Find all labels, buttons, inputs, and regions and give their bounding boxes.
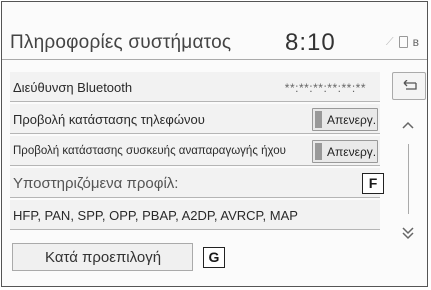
default-button-label: Κατά προεπιλογή [45, 249, 162, 266]
header-divider [2, 59, 427, 60]
list-item-profiles-value: HFP, PAN, SPP, OPP, PBAP, A2DP, AVRCP, M… [10, 200, 380, 230]
bt-address-value: **:**:**:**:**:** [284, 81, 366, 95]
phone-status-toggle-label: Απενεργ. [327, 113, 377, 127]
scroll-up-button[interactable] [392, 110, 424, 140]
list-item-audio-status[interactable]: Προβολή κατάστασης συσκευής αναπαραγωγής… [10, 136, 380, 166]
list-item-profiles-heading: Υποστηριζόμενα προφίλ: F [10, 168, 384, 198]
phone-status-toggle[interactable]: Απενεργ. [312, 108, 378, 131]
toggle-indicator [315, 143, 322, 160]
chevron-up-icon [402, 121, 414, 129]
scrollbar-track[interactable] [407, 144, 409, 214]
callout-g: G [203, 247, 225, 268]
bluetooth-icon: ʙ [412, 35, 419, 49]
page-title: Πληροφορίες συστήματος [10, 32, 232, 53]
default-button[interactable]: Κατά προεπιλογή G [12, 243, 225, 271]
signal-icon: ⟋ [385, 35, 394, 48]
info-list: Διεύθυνση Bluetooth **:**:**:**:**:** Πρ… [10, 72, 384, 232]
phone-icon [398, 36, 408, 48]
profiles-heading: Υποστηριζόμενα προφίλ: [13, 175, 179, 192]
list-item-phone-status[interactable]: Προβολή κατάστασης τηλεφώνου Απενεργ. [10, 104, 380, 134]
scroll-down-button[interactable] [392, 218, 424, 248]
back-button[interactable] [392, 72, 426, 100]
toggle-indicator [315, 111, 322, 128]
profiles-value: HFP, PAN, SPP, OPP, PBAP, A2DP, AVRCP, M… [13, 208, 298, 223]
audio-status-label: Προβολή κατάστασης συσκευής αναπαραγωγής… [13, 145, 286, 157]
bt-address-label: Διεύθυνση Bluetooth [13, 80, 133, 95]
audio-status-toggle[interactable]: Απενεργ. [312, 140, 378, 163]
header: Πληροφορίες συστήματος 8:10 ⟋ ʙ [2, 2, 427, 58]
audio-status-toggle-label: Απενεργ. [327, 145, 377, 159]
status-icons: ⟋ ʙ [386, 35, 419, 49]
side-controls [392, 72, 426, 248]
back-arrow-icon [403, 80, 417, 90]
screen-frame: Πληροφορίες συστήματος 8:10 ⟋ ʙ Διεύθυνσ… [1, 1, 428, 287]
phone-status-label: Προβολή κατάστασης τηλεφώνου [13, 112, 205, 127]
list-item-bt-address: Διεύθυνση Bluetooth **:**:**:**:**:** [10, 72, 380, 102]
callout-f: F [362, 173, 384, 194]
double-chevron-down-icon [402, 227, 414, 240]
clock: 8:10 [285, 29, 336, 56]
